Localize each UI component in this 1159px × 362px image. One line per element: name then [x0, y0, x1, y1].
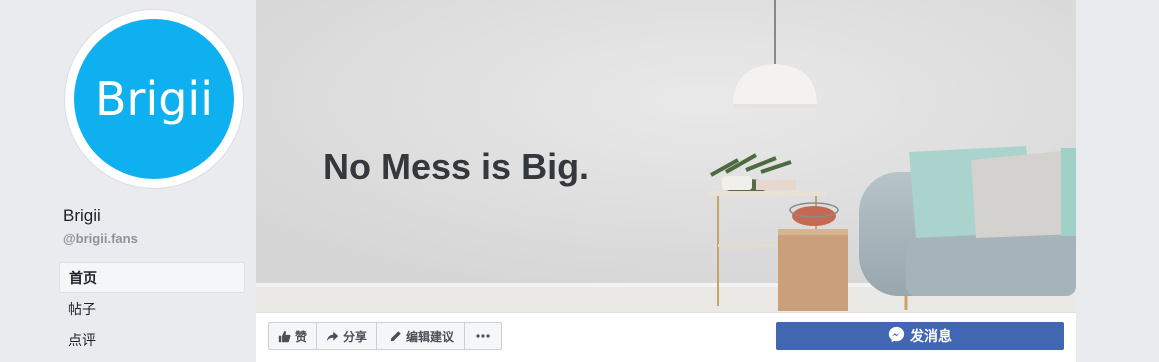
more-button[interactable] — [465, 323, 501, 349]
share-button[interactable]: 分享 — [317, 323, 378, 349]
like-label: 赞 — [295, 329, 308, 344]
cover-photo[interactable]: No Mess is Big. — [256, 0, 1076, 312]
like-button[interactable]: 赞 — [269, 323, 318, 349]
logo-text: Brigii — [94, 72, 213, 126]
more-dots-icon — [476, 334, 490, 338]
send-message-button[interactable]: 发消息 — [776, 322, 1064, 350]
brigii-logo: Brigii — [74, 19, 234, 179]
messenger-icon — [888, 326, 905, 346]
suggest-edits-button[interactable]: 编辑建议 — [377, 323, 466, 349]
profile-picture[interactable]: Brigii — [64, 9, 244, 189]
suggest-edits-label: 编辑建议 — [406, 329, 455, 344]
action-button-group: 赞 分享 编辑建议 — [268, 322, 503, 350]
share-label: 分享 — [343, 329, 368, 344]
action-bar: 赞 分享 编辑建议 发消息 — [256, 312, 1076, 362]
page-handle[interactable]: @brigii.fans — [63, 231, 138, 246]
page-name[interactable]: Brigii — [63, 206, 101, 226]
send-message-label: 发消息 — [910, 328, 952, 344]
thumbs-up-icon — [278, 330, 291, 343]
left-column: Brigii Brigii @brigii.fans 首页 帖子 点评 — [0, 0, 256, 362]
share-arrow-icon — [326, 330, 339, 343]
pencil-icon — [389, 330, 402, 343]
cover-headline: No Mess is Big. — [323, 146, 590, 187]
page-nav: 首页 帖子 点评 — [59, 262, 245, 355]
nav-item-reviews[interactable]: 点评 — [59, 324, 245, 355]
nav-item-posts[interactable]: 帖子 — [59, 293, 245, 324]
nav-item-home[interactable]: 首页 — [59, 262, 245, 293]
